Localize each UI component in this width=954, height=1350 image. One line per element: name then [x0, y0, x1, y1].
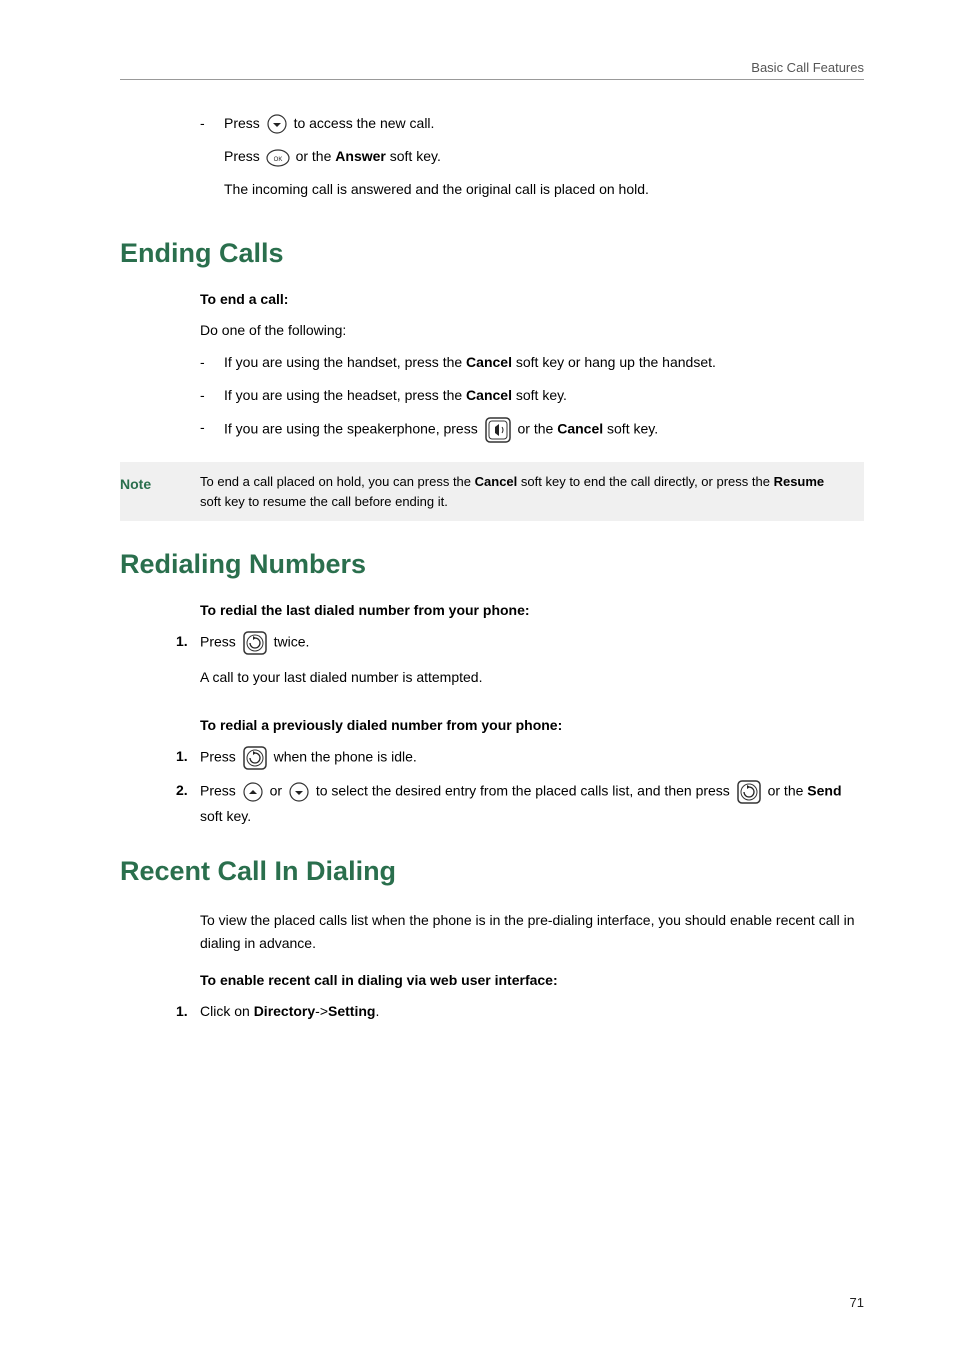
text: when the phone is idle.	[274, 748, 417, 764]
text: .	[375, 1003, 379, 1019]
text: to access the new call.	[294, 115, 435, 131]
send-softkey-name: Send	[807, 782, 841, 798]
text: If you are using the speakerphone, press	[224, 421, 478, 437]
step-number: 1.	[176, 748, 188, 764]
cancel-softkey-name: Cancel	[466, 354, 512, 370]
step-number: 2.	[176, 782, 188, 798]
end-call-option-handset: - If you are using the handset, press th…	[200, 351, 864, 373]
text: A call to your last dialed number is att…	[200, 666, 864, 688]
answer-softkey-name: Answer	[335, 148, 386, 164]
redial-button-icon	[242, 630, 268, 656]
step-number: 1.	[176, 633, 188, 649]
text: soft key.	[516, 387, 567, 403]
text: to select the desired entry from the pla…	[316, 782, 730, 798]
redial-button-icon	[242, 745, 268, 771]
dash-marker: -	[200, 112, 224, 134]
dash-marker: -	[200, 384, 224, 406]
heading-recent-call: Recent Call In Dialing	[120, 856, 864, 887]
text: Press	[224, 115, 260, 131]
text: To end a call placed on hold, you can pr…	[200, 474, 471, 489]
subhead-to-end-call: To end a call:	[200, 291, 864, 307]
down-arrow-button-icon	[288, 781, 310, 803]
text: To view the placed calls list when the p…	[200, 909, 864, 954]
text: or the	[518, 421, 554, 437]
text: twice.	[274, 634, 310, 650]
page-number: 71	[850, 1295, 864, 1310]
text: If you are using the handset, press the	[224, 354, 462, 370]
text: Press	[200, 748, 236, 764]
cancel-softkey-name: Cancel	[466, 387, 512, 403]
text: soft key to resume the call before endin…	[200, 494, 448, 509]
directory-label: Directory	[254, 1003, 315, 1019]
text: Press	[224, 148, 260, 164]
heading-ending-calls: Ending Calls	[120, 238, 864, 269]
redial-last-step1: 1. Press twice. A call to your last dial…	[176, 630, 864, 698]
heading-redialing: Redialing Numbers	[120, 549, 864, 580]
up-arrow-button-icon	[242, 781, 264, 803]
resume-softkey-name: Resume	[774, 474, 825, 489]
subhead-redial-previous: To redial a previously dialed number fro…	[200, 717, 864, 733]
end-call-option-headset: - If you are using the headset, press th…	[200, 384, 864, 406]
text: or the	[296, 148, 332, 164]
cancel-softkey-name: Cancel	[475, 474, 518, 489]
text: soft key.	[390, 148, 441, 164]
text: soft key.	[607, 421, 658, 437]
speakerphone-button-icon	[484, 416, 512, 444]
text: or	[270, 782, 282, 798]
redial-button-icon	[736, 779, 762, 805]
step-number: 1.	[176, 1003, 188, 1019]
ok-button-icon: OK	[266, 148, 290, 168]
text: Press	[200, 634, 236, 650]
redial-prev-step1: 1. Press when the phone is idle.	[176, 745, 864, 771]
text: Press	[200, 782, 236, 798]
text: soft key or hang up the handset.	[516, 354, 716, 370]
down-arrow-button-icon	[266, 113, 288, 135]
subhead-redial-last: To redial the last dialed number from yo…	[200, 602, 864, 618]
text: soft key.	[200, 808, 251, 824]
setting-label: Setting	[328, 1003, 375, 1019]
text: The incoming call is answered and the or…	[224, 178, 864, 200]
cancel-softkey-name: Cancel	[557, 421, 603, 437]
note-box: Note To end a call placed on hold, you c…	[120, 462, 864, 521]
dash-marker: -	[200, 351, 224, 373]
redial-prev-step2: 2. Press or to select the desired entry …	[176, 779, 864, 829]
text: or the	[768, 782, 804, 798]
text: If you are using the headset, press the	[224, 387, 462, 403]
note-label: Note	[120, 472, 200, 511]
text: soft key to end the call directly, or pr…	[521, 474, 770, 489]
subhead-enable-recent: To enable recent call in dialing via web…	[200, 972, 864, 988]
text: Do one of the following:	[200, 319, 864, 341]
top-dash-1: - Press to access the new call. Press OK…	[200, 112, 864, 210]
svg-text:OK: OK	[273, 157, 282, 163]
arrow-sep: ->	[315, 1003, 328, 1019]
top-dash-list: - Press to access the new call. Press OK…	[200, 112, 864, 210]
running-header: Basic Call Features	[120, 60, 864, 80]
text: Click on	[200, 1003, 250, 1019]
recent-step1: 1. Click on Directory->Setting.	[176, 1000, 864, 1024]
end-call-option-speaker: - If you are using the speakerphone, pre…	[200, 416, 864, 444]
dash-marker: -	[200, 416, 224, 438]
